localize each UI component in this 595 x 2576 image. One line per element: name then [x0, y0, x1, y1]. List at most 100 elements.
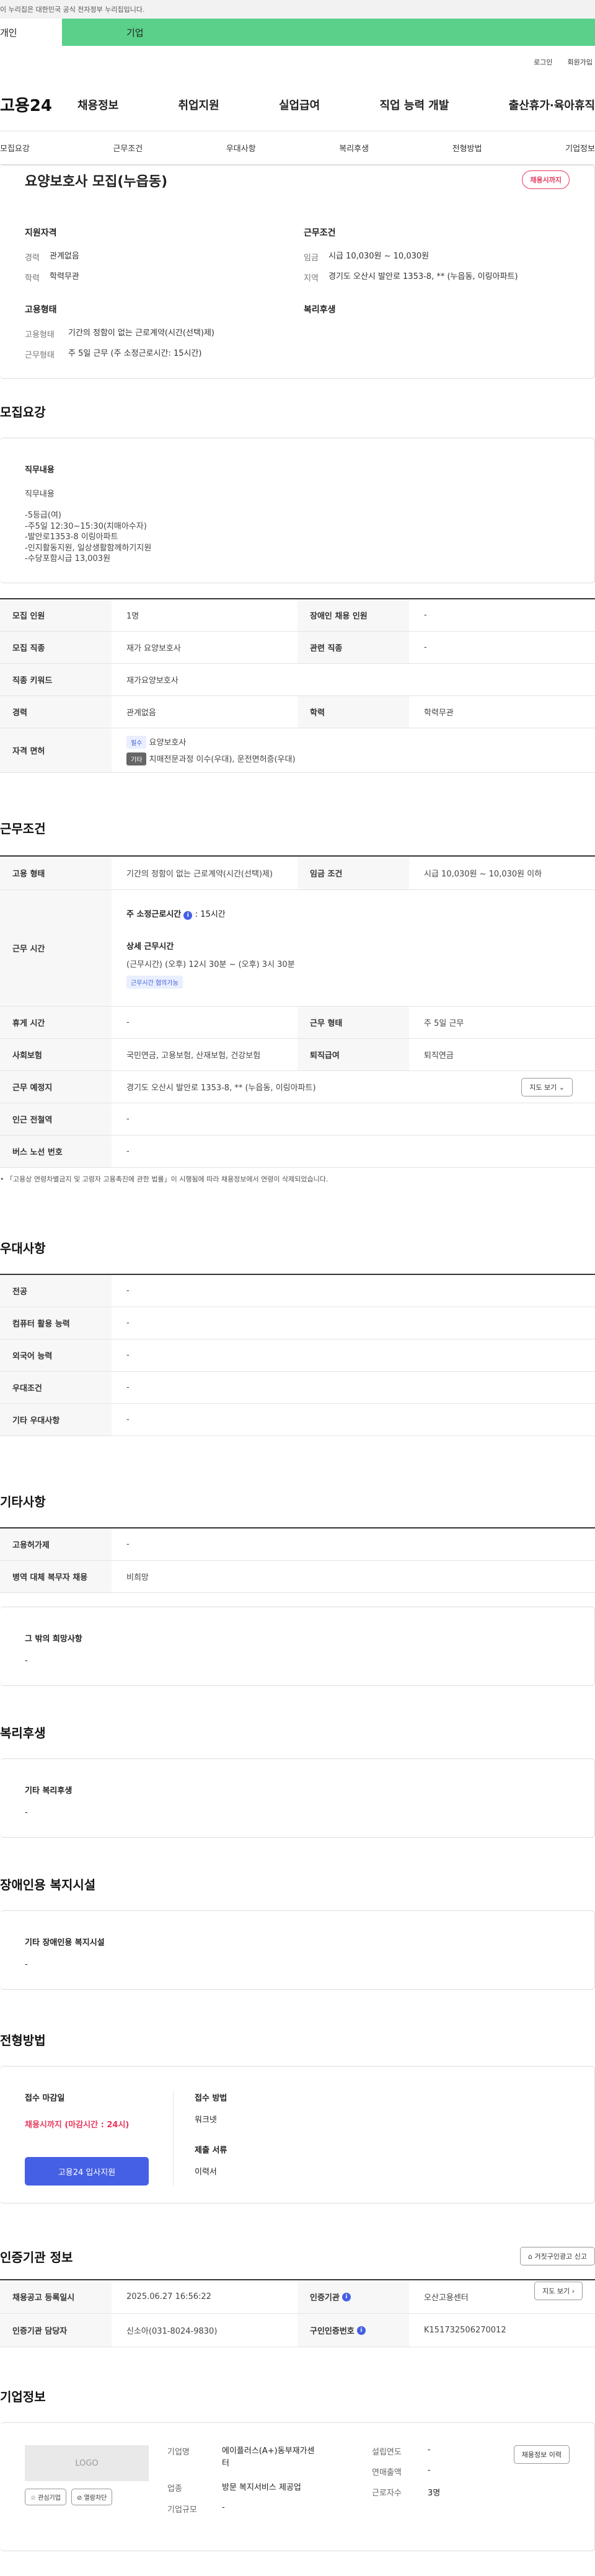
job-title: 요양보호사 모집(누읍동): [25, 174, 168, 190]
etc-section-title: 기타사항: [0, 1494, 46, 1509]
join-link[interactable]: 회원가입: [568, 57, 593, 67]
table-row: 사회보험 국민연금, 고용보험, 산재보험, 건강보험 퇴직급여 퇴직연금: [0, 1039, 595, 1071]
duty-lines: -5등급(여) -주5일 12:30~15:30(치매아수자) -발안로1353…: [25, 511, 152, 564]
recruit-table: 모집 인원 1명 장애인 채용 인원 - 모집 직종 재가 요양보호사 관련 직…: [0, 598, 595, 773]
house-icon: ⌂: [528, 2252, 533, 2261]
hours-negotiable-tag: 근무시간 협의가능: [126, 976, 183, 989]
summary-employment: 고용형태 고용형태 기간의 정함이 없는 근로계약(시간(선택)제) 근무형태 주 …: [25, 303, 304, 369]
table-row: 직종 키워드 재가요양보호사: [0, 664, 595, 696]
process-box: 접수 마감일 채용시까지 (마감시간 : 24시) 고용24 입사지원 접수 방…: [0, 2066, 595, 2203]
table-row: 모집 직종 재가 요양보호사 관련 직종 -: [0, 632, 595, 664]
summary-grid: 지원자격 경력 관계없음 학력 학력무관 근무조건 임금 시급 10,030원 ~ 1…: [0, 226, 594, 292]
qualification-heading: 지원자격: [25, 228, 57, 238]
deadline-text: 채용시까지 (마감시간 : 24시): [25, 2120, 130, 2130]
info-icon[interactable]: i: [356, 2326, 366, 2335]
section-anchor-tabs: 모집요강 근무조건 우대사항 복리후생 전형방법 기업정보: [0, 131, 595, 165]
table-row: 모집 인원 1명 장애인 채용 인원 -: [0, 599, 595, 632]
site-logo[interactable]: 고용24: [0, 93, 77, 116]
table-row: 경력 관계없음 학력 학력무관: [0, 696, 595, 728]
company-box: LOGO ☆ 관심기업 ⊘ 열람차단 기업명 에이플러스(A+)동부재가센터 업종…: [0, 2422, 595, 2551]
anchor-tab-pref[interactable]: 우대사항: [226, 142, 256, 154]
table-row: 버스 노선 번호 -: [0, 1136, 595, 1168]
map-view-button[interactable]: 지도 보기 ⌄: [521, 1077, 573, 1096]
gov-banner-text: 이 누리집은 대한민국 공식 전자정부 누리집입니다.: [0, 6, 145, 14]
table-row: 인근 전철역 -: [0, 1103, 595, 1136]
pref-section-title: 우대사항: [0, 1241, 46, 1256]
agency-table: 채용공고 등록일시 2025.06.27 16:56:22 인증기관 i 오산고용…: [0, 2279, 595, 2347]
license-tag-required: 필수: [126, 735, 147, 749]
table-row: 채용공고 등록일시 2025.06.27 16:56:22 인증기관 i 오산고용…: [0, 2280, 595, 2314]
process-section-title: 전형방법: [0, 2033, 46, 2048]
license-tag-etc: 기타: [126, 752, 147, 765]
nav-item-support[interactable]: 취업지원: [178, 97, 219, 113]
work-section-title: 근무조건: [0, 821, 46, 836]
agency-map-button[interactable]: 지도 보기 ›: [534, 2282, 583, 2300]
anchor-tab-process[interactable]: 전형방법: [452, 142, 482, 154]
nav-item-unemployment[interactable]: 실업급여: [279, 97, 320, 113]
employment-heading: 고용형태: [25, 305, 57, 315]
info-icon[interactable]: i: [183, 911, 193, 920]
block-icon: ⊘: [76, 2495, 82, 2502]
duty-heading: 직무내용: [25, 465, 55, 475]
apply-button[interactable]: 고용24 입사지원: [25, 2157, 149, 2186]
main-nav: 고용24 채용정보 취업지원 실업급여 직업 능력 개발 출산휴가·육아휴직: [0, 78, 595, 131]
anchor-tab-recruit[interactable]: 모집요강: [0, 142, 30, 154]
table-row: 근무 시간 주 소정근로시간 i : 15시간 상세 근무시간 (근무시간) (오…: [0, 890, 595, 1007]
table-row: 우대조건 -: [0, 1372, 595, 1404]
chevron-right-icon: ›: [571, 2287, 575, 2295]
info-icon[interactable]: i: [342, 2292, 351, 2301]
util-bar: 로그인 회원가입: [0, 46, 595, 78]
tab-company[interactable]: 기업: [62, 19, 595, 46]
facility-box: 기타 장애인용 복지시설 -: [0, 1910, 595, 1990]
recruit-section-title: 모집요강: [0, 405, 46, 420]
conditions-heading: 근무조건: [304, 228, 336, 238]
favorite-company-button[interactable]: ☆ 관심기업: [25, 2489, 66, 2505]
table-row: 휴게 시간 - 근무 형태 주 5일 근무: [0, 1007, 595, 1039]
duty-sub: 직무내용: [25, 490, 55, 499]
table-row: 고용 형태 기간의 정함이 없는 근로계약(시간(선택)제) 임금 조건 시급 …: [0, 857, 595, 890]
anchor-tab-work[interactable]: 근무조건: [113, 142, 143, 154]
table-row: 고용허가제 -: [0, 1528, 595, 1561]
nav-item-training[interactable]: 직업 능력 개발: [380, 97, 449, 113]
welfare-heading: 복리후생: [304, 305, 336, 315]
company-logo: LOGO: [25, 2445, 149, 2481]
chevron-down-icon: ⌄: [558, 1083, 565, 1092]
table-row: 인증기관 담당자 신소아(031-8024-9830) 구인인증번호 i K151…: [0, 2314, 595, 2347]
summary-welfare: 복리후생: [304, 303, 583, 369]
summary-qualification: 지원자격 경력 관계없음 학력 학력무관: [25, 226, 304, 292]
table-row: 자격 면허 필수 요양보호사 기타 치매전문과정 이수(우대), 운전면허증(우…: [0, 728, 595, 773]
agency-section-title: 인증기관 정보: [0, 2249, 73, 2265]
gov-banner: 이 누리집은 대한민국 공식 전자정부 누리집입니다.: [0, 0, 595, 19]
main-nav-items: 채용정보 취업지원 실업급여 직업 능력 개발 출산휴가·육아휴직: [77, 97, 595, 113]
tab-personal[interactable]: 개인: [0, 19, 62, 46]
duty-box: 직무내용 직무내용 -5등급(여) -주5일 12:30~15:30(치매아수자…: [0, 438, 595, 583]
false-ad-report-button[interactable]: ⌂ 거짓구인광고 신고: [520, 2247, 595, 2265]
etc-table: 고용허가제 - 병역 대체 복무자 채용 비희망: [0, 1527, 595, 1593]
table-row: 전공 -: [0, 1275, 595, 1307]
benefit-section-title: 복리후생: [0, 1726, 46, 1740]
benefit-box: 기타 복리후생 -: [0, 1758, 595, 1838]
job-history-button[interactable]: 채용정보 이력: [513, 2445, 570, 2464]
nav-item-leave[interactable]: 출산휴가·육아휴직: [509, 97, 595, 113]
block-company-button[interactable]: ⊘ 열람차단: [71, 2489, 113, 2505]
company-section-title: 기업정보: [0, 2389, 46, 2404]
pref-table: 전공 - 컴퓨터 활용 능력 - 외국어 능력 - 우대조건 - 기타 우대사항 -: [0, 1274, 595, 1436]
summary-conditions: 근무조건 임금 시급 10,030원 ~ 10,030원 지역 경기도 오산시 발안…: [304, 226, 583, 292]
status-badge: 채용시까지: [522, 170, 570, 189]
work-table: 고용 형태 기간의 정함이 없는 근로계약(시간(선택)제) 임금 조건 시급 …: [0, 855, 595, 1168]
login-link[interactable]: 로그인: [534, 57, 552, 67]
anchor-tab-company[interactable]: 기업정보: [565, 142, 595, 154]
wish-box: 그 밖의 희망사항 -: [0, 1607, 595, 1686]
star-icon: ☆: [30, 2495, 36, 2502]
age-notice: • 「고용상 연령차별금지 및 고령자 고용촉진에 관한 법률」이 시행됨에 따…: [0, 1175, 328, 1183]
nav-item-jobs[interactable]: 채용정보: [77, 97, 118, 113]
facility-section-title: 장애인용 복지시설: [0, 1877, 96, 1892]
anchor-tab-benefit[interactable]: 복리후생: [339, 142, 369, 154]
table-row: 외국어 능력 -: [0, 1339, 595, 1372]
table-row: 컴퓨터 활용 능력 -: [0, 1307, 595, 1339]
table-row: 기타 우대사항 -: [0, 1404, 595, 1436]
table-row: 병역 대체 복무자 채용 비희망: [0, 1561, 595, 1593]
job-summary-card: 요양보호사 모집(누읍동) 채용시까지 지원자격 경력 관계없음 학력 학력무관 근…: [0, 165, 595, 379]
user-type-tabs: 개인 기업: [0, 19, 595, 46]
table-row: 근무 예정지 경기도 오산시 발안로 1353-8, ** (누읍동, 이링아파…: [0, 1071, 595, 1103]
